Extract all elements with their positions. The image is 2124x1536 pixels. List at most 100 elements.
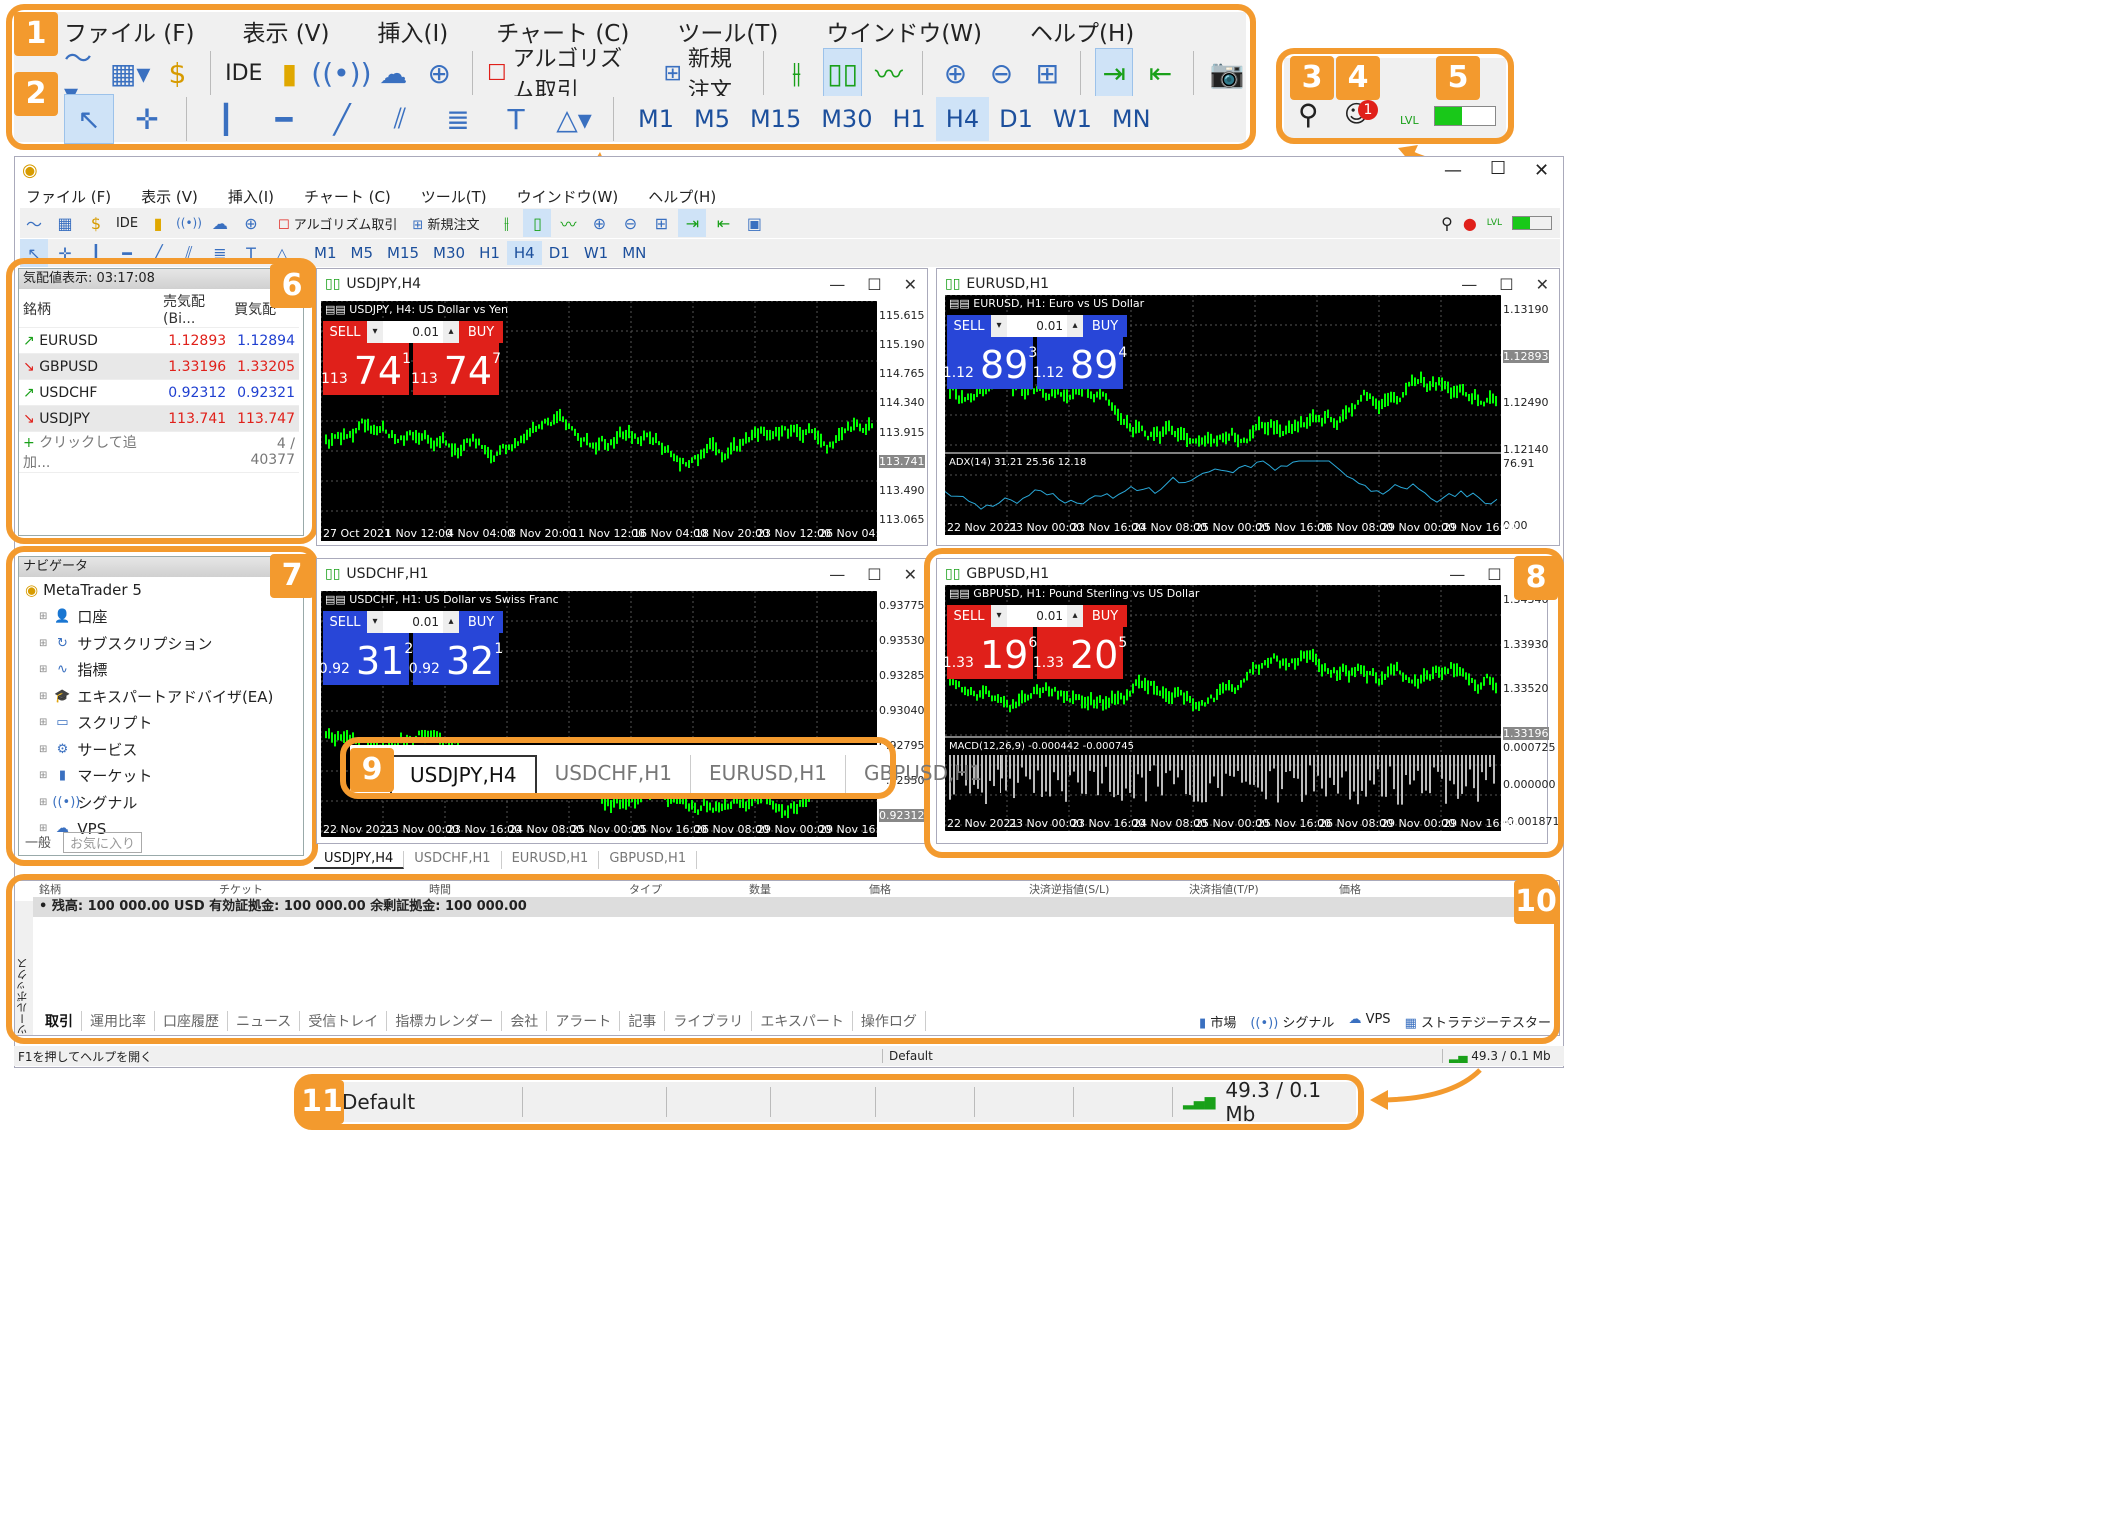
candle xyxy=(442,432,444,444)
tf-w1[interactable]: W1 xyxy=(577,241,615,265)
sell-button[interactable]: SELL xyxy=(947,315,991,337)
line-chart-icon[interactable]: 〰 xyxy=(554,209,582,237)
candle xyxy=(637,437,639,445)
tf-h4[interactable]: H4 xyxy=(506,241,542,265)
new-order-button[interactable]: ⊞ 新規注文 xyxy=(412,214,479,233)
lvl-icon[interactable]: LVL xyxy=(1487,218,1502,228)
chart-plot[interactable]: ▤▤ USDCHF, H1: US Dollar vs Swiss Franc S… xyxy=(319,590,877,837)
menu-view[interactable]: 表示 (V) xyxy=(141,186,198,207)
tf-h1[interactable]: H1 xyxy=(472,241,507,265)
templates-icon[interactable]: ▦ xyxy=(51,209,79,237)
candle xyxy=(607,443,609,451)
chart-plot[interactable]: ▤▤ USDJPY, H4: US Dollar vs Yen SELL ▾ 0.01… xyxy=(320,300,877,541)
maximize-button[interactable]: ☐ xyxy=(1499,275,1513,294)
candle xyxy=(376,426,378,436)
tf-m15[interactable]: M15 xyxy=(380,241,426,265)
window-close-button[interactable]: ✕ xyxy=(1534,160,1549,181)
lot-down[interactable]: ▾ xyxy=(367,611,383,633)
menu-window[interactable]: ウインドウ(W) xyxy=(517,186,619,207)
maximize-button[interactable]: ☐ xyxy=(867,565,881,584)
candlestick-icon[interactable]: ▯ xyxy=(523,209,552,237)
window-maximize-button[interactable]: ☐ xyxy=(1490,158,1506,179)
chart-window-usdchf-h1[interactable]: ▯▯ USDCHF,H1 — ☐ ✕ ▤▤ USDCHF, H1: US Dollar v… xyxy=(316,558,928,844)
menu-insert[interactable]: 挿入(I) xyxy=(228,186,274,207)
lot-up[interactable]: ▴ xyxy=(1067,315,1083,337)
candle xyxy=(574,428,576,436)
menu-file[interactable]: ファイル (F) xyxy=(26,186,111,207)
tf-m1[interactable]: M1 xyxy=(307,241,344,265)
zoom-out-icon[interactable]: ⊖ xyxy=(616,209,644,237)
algo-trading-button[interactable]: ☐ アルゴリズム取引 xyxy=(278,214,397,233)
minimize-button[interactable]: — xyxy=(829,565,845,584)
tab-usdjpy-h4[interactable]: USDJPY,H4 xyxy=(314,851,405,869)
menu-tools[interactable]: ツール(T) xyxy=(421,186,487,207)
candle xyxy=(358,421,360,431)
bar-chart-icon[interactable]: ⫲ xyxy=(492,209,520,237)
buy-price[interactable]: 113 74 7 xyxy=(411,343,501,395)
candle xyxy=(1282,430,1284,437)
buy-price[interactable]: 1.12 89 4 xyxy=(1033,337,1127,389)
candle xyxy=(541,421,543,430)
window-minimize-button[interactable]: — xyxy=(1444,160,1462,181)
close-button[interactable]: ✕ xyxy=(1536,275,1549,294)
tile-windows-icon[interactable]: ⊞ xyxy=(647,209,675,237)
chart-type-icon[interactable]: 〜 xyxy=(20,209,48,237)
auto-scroll-icon[interactable]: ⇥ xyxy=(678,209,707,237)
minimize-button[interactable]: — xyxy=(1461,275,1477,294)
price-big: 74 xyxy=(443,349,493,393)
candle xyxy=(688,460,690,469)
sell-price[interactable]: 1.12 89 3 xyxy=(943,337,1037,389)
close-button[interactable]: ✕ xyxy=(904,275,917,294)
lot-input[interactable]: 0.01 xyxy=(383,611,443,633)
cloud-icon[interactable]: ☁ xyxy=(206,209,234,237)
chart-description: ▤▤ EURUSD, H1: Euro vs US Dollar xyxy=(949,297,1144,310)
buy-price[interactable]: 0.92 32 1 xyxy=(409,633,503,685)
ide-button[interactable]: IDE xyxy=(113,209,141,237)
lot-input[interactable]: 0.01 xyxy=(383,321,443,343)
chart-plot[interactable]: ▤▤ EURUSD, H1: Euro vs US Dollar SELL ▾ 0.0… xyxy=(943,294,1501,535)
tab-eurusd-h1[interactable]: EURUSD,H1 xyxy=(502,851,600,869)
candle xyxy=(349,430,351,438)
notifications-icon[interactable]: ● xyxy=(1463,214,1477,233)
lot-up[interactable]: ▴ xyxy=(443,611,459,633)
candle xyxy=(448,443,450,448)
sell-button[interactable]: SELL xyxy=(323,611,367,633)
sell-price[interactable]: 113 74 1 xyxy=(321,343,411,395)
sell-button[interactable]: SELL xyxy=(323,321,367,343)
minimize-button[interactable]: — xyxy=(829,275,845,294)
menu-chart[interactable]: チャート (C) xyxy=(304,186,391,207)
globe-add-icon[interactable]: ⊕ xyxy=(237,209,265,237)
tf-d1[interactable]: D1 xyxy=(542,241,577,265)
chart-window-eurusd-h1[interactable]: ▯▯ EURUSD,H1 — ☐ ✕ ▤▤ EURUSD, H1: Euro vs US … xyxy=(936,268,1560,546)
tab-gbpusd-h1[interactable]: GBPUSD,H1 xyxy=(599,851,698,869)
buy-button[interactable]: BUY xyxy=(459,611,503,633)
candle xyxy=(808,423,810,434)
chart-window-usdjpy-h4[interactable]: ▯▯ USDJPY,H4 — ☐ ✕ ▤▤ USDJPY, H4: US Dollar v… xyxy=(316,268,928,546)
lot-input[interactable]: 0.01 xyxy=(1007,315,1067,337)
signals-icon[interactable]: ((•)) xyxy=(175,209,203,237)
sell-price[interactable]: 0.92 31 2 xyxy=(319,633,413,685)
shopping-bag-icon[interactable]: ▮ xyxy=(144,209,172,237)
tf-m5[interactable]: M5 xyxy=(344,241,381,265)
tf-mn[interactable]: MN xyxy=(615,241,653,265)
chart-shift-icon[interactable]: ⇤ xyxy=(709,209,737,237)
lot-down[interactable]: ▾ xyxy=(367,321,383,343)
tf-m30[interactable]: M30 xyxy=(426,241,472,265)
candle xyxy=(970,393,972,403)
market-icon[interactable]: $ xyxy=(82,209,110,237)
candle xyxy=(1351,403,1353,417)
lot-up[interactable]: ▴ xyxy=(443,321,459,343)
search-icon[interactable]: ⚲ xyxy=(1441,214,1453,233)
maximize-button[interactable]: ☐ xyxy=(867,275,881,294)
tab-usdchf-h1[interactable]: USDCHF,H1 xyxy=(404,851,502,869)
candle xyxy=(1222,433,1224,443)
menu-help[interactable]: ヘルプ(H) xyxy=(648,186,716,207)
candle xyxy=(1345,405,1347,420)
buy-button[interactable]: BUY xyxy=(1083,315,1127,337)
zoom-in-icon[interactable]: ⊕ xyxy=(585,209,613,237)
candle xyxy=(1483,401,1485,407)
buy-button[interactable]: BUY xyxy=(459,321,503,343)
close-button[interactable]: ✕ xyxy=(904,565,917,584)
lot-down[interactable]: ▾ xyxy=(991,315,1007,337)
screenshot-icon[interactable]: ▣ xyxy=(740,209,768,237)
